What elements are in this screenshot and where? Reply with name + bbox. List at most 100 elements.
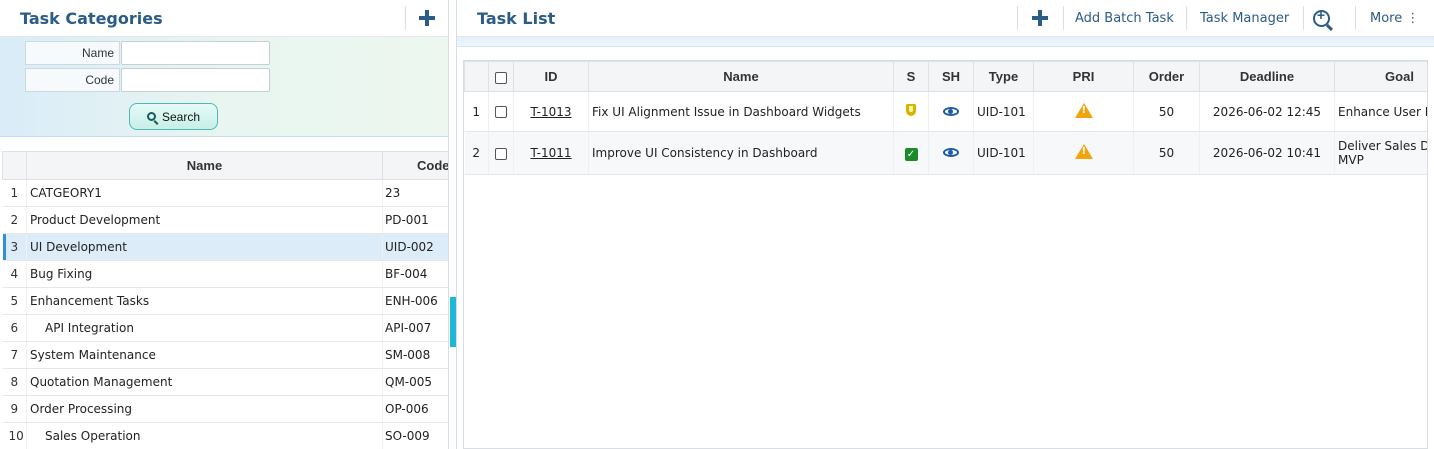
column-header-name[interactable]: Name: [26, 151, 383, 180]
task-type: UID-101: [973, 131, 1034, 175]
add-task-button[interactable]: [1020, 0, 1060, 37]
table-row[interactable]: 7 System Maintenance SM-008: [2, 341, 448, 369]
task-row[interactable]: 1 T-1013 Fix UI Alignment Issue in Dashb…: [464, 91, 1427, 132]
category-name: CATGEORY1: [26, 179, 383, 207]
show-cell: [928, 131, 974, 175]
task-header-row: ID Name S SH Type PRI Order Deadline Goa…: [464, 61, 1427, 92]
warning-icon: [1074, 102, 1093, 118]
select-all-header: [488, 61, 514, 92]
table-row[interactable]: 6 API Integration API-007: [2, 314, 448, 342]
table-row[interactable]: 4 Bug Fixing BF-004: [2, 260, 448, 288]
eye-icon[interactable]: [943, 148, 959, 157]
row-number: 2: [2, 206, 27, 234]
priority-cell: [1033, 131, 1134, 175]
task-type: UID-101: [973, 91, 1034, 132]
table-row[interactable]: 1 CATGEORY1 23: [2, 179, 448, 207]
column-header-s[interactable]: S: [893, 61, 929, 92]
row-number: 1: [464, 91, 489, 132]
plus-icon: [419, 10, 435, 26]
task-id-link[interactable]: T-1013: [530, 105, 571, 119]
toolbar-separator: [1355, 6, 1356, 30]
category-name: Bug Fixing: [26, 260, 383, 288]
add-category-button[interactable]: [407, 0, 447, 37]
categories-title: Task Categories: [20, 8, 163, 28]
column-header-order[interactable]: Order: [1133, 61, 1200, 92]
column-header-deadline[interactable]: Deadline: [1199, 61, 1335, 92]
select-all-checkbox[interactable]: [495, 71, 507, 84]
status-cell: [893, 91, 929, 132]
toolbar-separator: [1063, 6, 1064, 30]
row-number: 9: [2, 395, 27, 423]
warning-icon: [1074, 144, 1093, 159]
code-filter-label: Code: [25, 68, 120, 92]
task-table: ID Name S SH Type PRI Order Deadline Goa…: [463, 60, 1428, 449]
name-filter-input[interactable]: [121, 41, 270, 65]
table-row[interactable]: 2 Product Development PD-001: [2, 206, 448, 234]
code-filter-input[interactable]: [121, 68, 270, 92]
column-header-code[interactable]: Code: [382, 151, 448, 180]
task-id-link[interactable]: T-1011: [530, 146, 571, 160]
row-number: 7: [2, 341, 27, 369]
category-name: System Maintenance: [26, 341, 383, 369]
category-search-form: Name Code Search: [0, 37, 448, 137]
category-code: ENH-006: [382, 287, 448, 315]
table-row[interactable]: 5 Enhancement Tasks ENH-006: [2, 287, 448, 315]
shield-icon: [906, 104, 916, 116]
column-header-type[interactable]: Type: [973, 61, 1034, 92]
toolbar-separator: [405, 6, 406, 30]
category-name: Sales Operation: [26, 422, 383, 449]
row-checkbox[interactable]: [495, 147, 507, 160]
column-header-goal[interactable]: Goal: [1334, 61, 1427, 92]
column-header-name[interactable]: Name: [588, 61, 894, 92]
category-code: UID-002: [382, 233, 448, 261]
name-filter-row: Name: [25, 41, 270, 65]
table-row[interactable]: 9 Order Processing OP-006: [2, 395, 448, 423]
search-button[interactable]: Search: [129, 103, 218, 130]
column-header-sh[interactable]: SH: [928, 61, 974, 92]
task-row[interactable]: 2 T-1011 Improve UI Consistency in Dashb…: [464, 131, 1427, 175]
column-header-pri[interactable]: PRI: [1033, 61, 1134, 92]
category-code: BF-004: [382, 260, 448, 288]
search-icon: [146, 112, 156, 121]
toolbar-separator: [1186, 6, 1187, 30]
more-menu-button[interactable]: More ⋮: [1370, 0, 1419, 37]
category-code: SO-009: [382, 422, 448, 449]
zoom-in-icon[interactable]: [1313, 7, 1330, 27]
row-number: 2: [464, 131, 489, 175]
task-deadline: 2026-06-02 10:41: [1199, 131, 1335, 175]
table-row[interactable]: 10 Sales Operation SO-009: [2, 422, 448, 449]
task-id-cell: T-1013: [513, 91, 589, 132]
status-cell: ✓: [893, 131, 929, 175]
row-checkbox[interactable]: [495, 106, 507, 118]
row-checkbox-cell: [488, 91, 514, 132]
table-row[interactable]: 8 Quotation Management QM-005: [2, 368, 448, 396]
task-manager-button[interactable]: Task Manager: [1200, 0, 1289, 37]
row-number: 6: [2, 314, 27, 342]
task-list-title: Task List: [477, 8, 556, 28]
task-goal: Enhance User Ex: [1334, 91, 1427, 132]
task-name: Fix UI Alignment Issue in Dashboard Widg…: [588, 91, 894, 132]
task-order: 50: [1133, 131, 1200, 175]
task-list-panel: Task List Add Batch Task Task Manager Mo…: [456, 0, 1434, 449]
category-code: SM-008: [382, 341, 448, 369]
category-name: Enhancement Tasks: [26, 287, 383, 315]
categories-table: Name Code 1 CATGEORY1 23 2 Product Devel…: [2, 151, 448, 449]
row-number-header: [2, 151, 27, 180]
eye-icon[interactable]: [943, 106, 959, 116]
check-icon: ✓: [904, 147, 918, 161]
row-number: 10: [2, 422, 27, 449]
row-number-header: [464, 61, 489, 92]
category-code: 23: [382, 179, 448, 207]
category-code: PD-001: [382, 206, 448, 234]
task-goal: Deliver Sales Da MVP: [1334, 131, 1427, 175]
column-header-id[interactable]: ID: [513, 61, 589, 92]
add-batch-task-button[interactable]: Add Batch Task: [1075, 0, 1174, 37]
task-id-cell: T-1011: [513, 131, 589, 175]
category-code: QM-005: [382, 368, 448, 396]
table-row-selected[interactable]: 3 UI Development UID-002: [2, 233, 448, 261]
category-name: UI Development: [26, 233, 383, 261]
category-code: API-007: [382, 314, 448, 342]
name-filter-label: Name: [25, 41, 120, 65]
category-name: Order Processing: [26, 395, 383, 423]
category-name: Product Development: [26, 206, 383, 234]
